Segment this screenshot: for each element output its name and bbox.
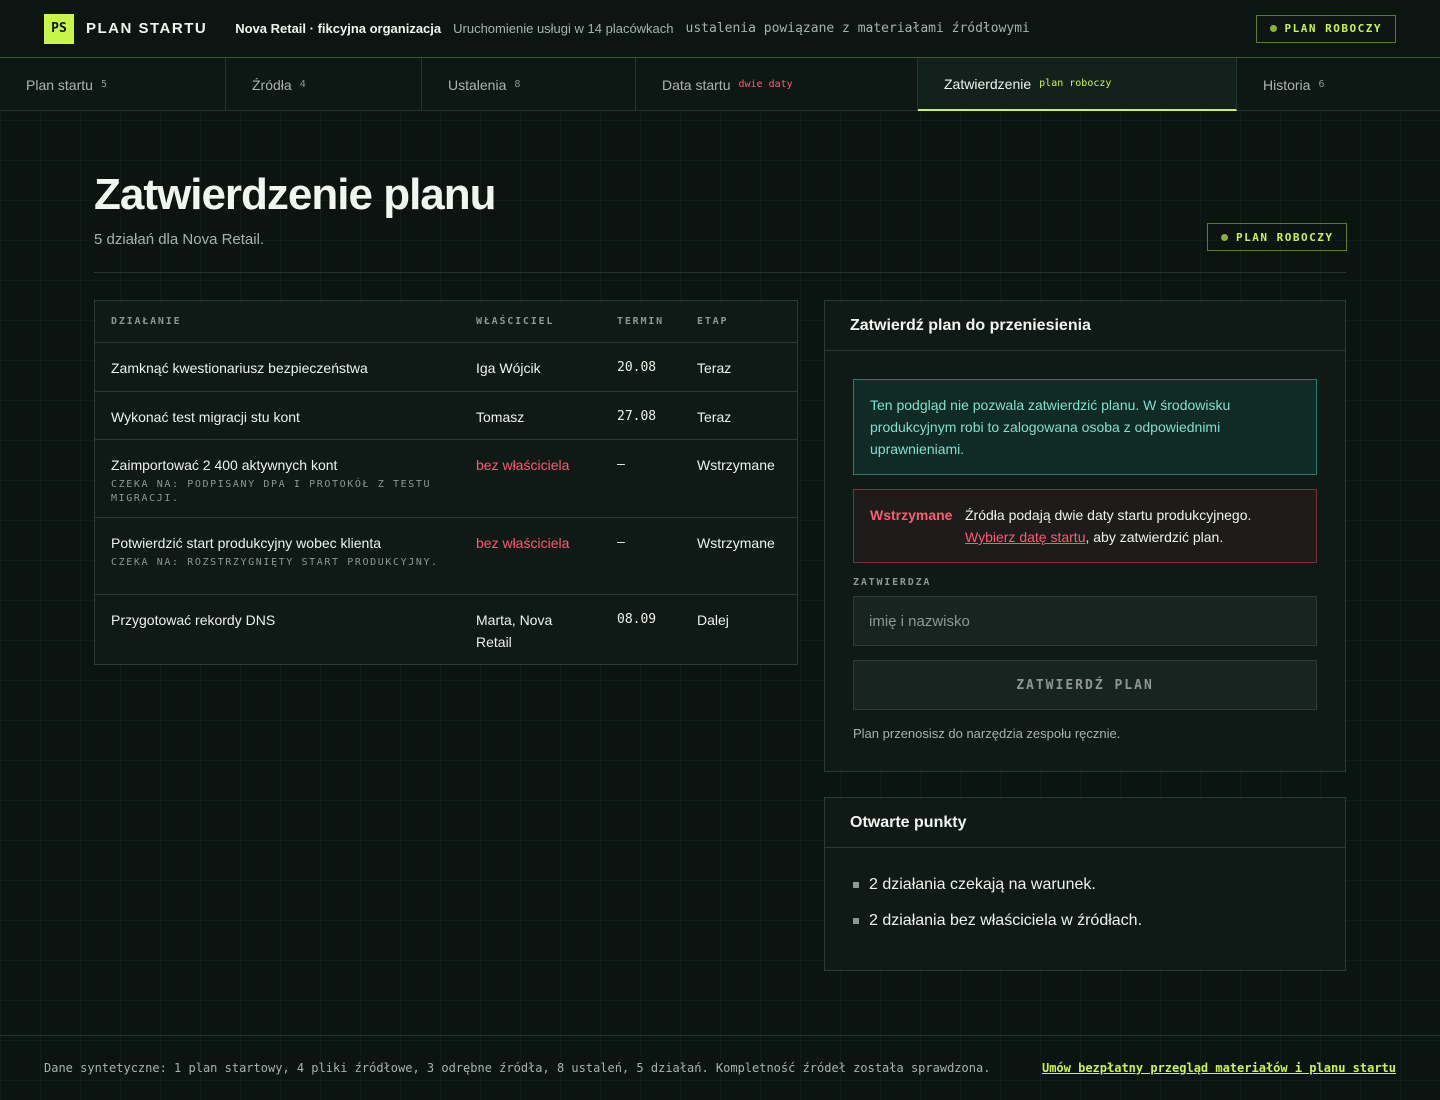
- warning-label: Wstrzymane: [870, 507, 953, 523]
- due-date: 08.09: [617, 612, 657, 627]
- header-status-badge: PLAN ROBOCZY: [1255, 14, 1396, 43]
- status-dot-icon: [1221, 233, 1228, 241]
- owner-missing: bez właściciela: [476, 457, 570, 473]
- manual-transfer-note: Plan przenosisz do narzędzia zespołu ręc…: [853, 726, 1121, 741]
- action-name: Zamknąć kwestionariusz bezpieczeństwa: [111, 360, 368, 376]
- list-item: 2 działania czekają na warunek.: [853, 876, 1317, 894]
- column-header-due: TERMIN: [617, 316, 664, 327]
- status-dot-icon: [1269, 25, 1277, 32]
- tab-historia[interactable]: Historia 6: [1237, 58, 1440, 111]
- warning-text: Źródła podają dwie daty startu produkcyj…: [965, 507, 1252, 523]
- tab-ustalenia[interactable]: Ustalenia 8: [422, 58, 636, 111]
- logo: PS: [44, 13, 74, 44]
- due-date: 20.08: [617, 360, 657, 375]
- waiting-condition: Czeka na: rozstrzygnięty start produkcyj…: [111, 557, 439, 568]
- table-row: Wykonać test migracji stu kont Tomasz 27…: [95, 392, 797, 440]
- due-date: –: [617, 535, 625, 550]
- open-points-title: Otwarte punkty: [825, 798, 1345, 848]
- tab-plan-startu[interactable]: Plan startu 5: [0, 58, 226, 111]
- tab-data-startu[interactable]: Data startu dwie daty: [636, 58, 918, 111]
- brand-name: PLAN STARTU: [86, 20, 208, 37]
- action-name: Zaimportować 2 400 aktywnych kont: [111, 457, 338, 473]
- approver-label: ZATWIERDZA: [853, 577, 932, 588]
- owner: Tomasz: [476, 409, 525, 425]
- approve-plan-button[interactable]: ZATWIERDŹ PLAN: [853, 660, 1317, 710]
- owner: Marta, Nova Retail: [476, 612, 553, 650]
- column-header-owner: WŁAŚCICIEL: [476, 316, 555, 327]
- tab-zrodla[interactable]: Źródła 4: [226, 58, 422, 111]
- blocked-warning: Wstrzymane Źródła podają dwie daty start…: [853, 489, 1317, 563]
- column-header-action: DZIAŁANIE: [111, 316, 182, 327]
- actions-table: DZIAŁANIE WŁAŚCICIEL TERMIN ETAP Zamknąć…: [94, 300, 798, 665]
- stage: Wstrzymane: [697, 535, 775, 551]
- approve-panel: Zatwierdź plan do przeniesienia Ten podg…: [824, 300, 1346, 772]
- page-subtitle: 5 działań dla Nova Retail.: [94, 231, 265, 248]
- table-row: Potwierdzić start produkcyjny wobec klie…: [95, 518, 797, 595]
- project-description: Uruchomienie usługi w 14 placówkach: [453, 21, 674, 36]
- stage: Dalej: [697, 612, 729, 628]
- tab-bar: Plan startu 5 Źródła 4 Ustalenia 8 Data …: [0, 58, 1440, 111]
- list-item: 2 działania bez właściciela w źródłach.: [853, 912, 1317, 930]
- owner-missing: bez właściciela: [476, 535, 570, 551]
- tab-zatwierdzenie[interactable]: Zatwierdzenie plan roboczy: [918, 58, 1237, 111]
- column-header-stage: ETAP: [697, 316, 729, 327]
- stage: Teraz: [697, 409, 732, 425]
- source-note: ustalenia powiązane z materiałami źródło…: [685, 21, 1030, 36]
- approver-name-input[interactable]: [853, 596, 1317, 646]
- choose-start-date-link[interactable]: Wybierz datę startu: [965, 529, 1085, 545]
- footer: Dane syntetyczne: 1 plan startowy, 4 pli…: [0, 1035, 1440, 1100]
- due-date: –: [617, 457, 625, 472]
- table-row: Przygotować rekordy DNS Marta, Nova Reta…: [95, 595, 797, 664]
- approve-panel-title: Zatwierdź plan do przeniesienia: [825, 301, 1345, 351]
- stage: Wstrzymane: [697, 457, 775, 473]
- waiting-condition: Czeka na: podpisany DPA i protokół z tes…: [111, 479, 432, 504]
- preview-info-message: Ten podgląd nie pozwala zatwierdzić plan…: [853, 379, 1317, 475]
- warning-suffix: , aby zatwierdzić plan.: [1085, 529, 1224, 545]
- action-name: Potwierdzić start produkcyjny wobec klie…: [111, 535, 382, 551]
- footer-summary: Dane syntetyczne: 1 plan startowy, 4 pli…: [44, 1061, 991, 1075]
- divider: [94, 272, 1346, 273]
- open-points-panel: Otwarte punkty 2 działania czekają na wa…: [824, 797, 1346, 971]
- stage: Teraz: [697, 360, 732, 376]
- table-row: Zamknąć kwestionariusz bezpieczeństwa Ig…: [95, 343, 797, 392]
- bullet-icon: [853, 918, 859, 924]
- organization-name: Nova Retail · fikcyjna organizacja: [235, 21, 442, 36]
- top-bar: PS PLAN STARTU Nova Retail · fikcyjna or…: [0, 0, 1440, 58]
- due-date: 27.08: [617, 409, 657, 424]
- table-row: Zaimportować 2 400 aktywnych kont Czeka …: [95, 440, 797, 518]
- action-name: Przygotować rekordy DNS: [111, 612, 276, 628]
- owner: Iga Wójcik: [476, 360, 541, 376]
- bullet-icon: [853, 882, 859, 888]
- plan-status-badge: PLAN ROBOCZY: [1207, 223, 1348, 251]
- page-title: Zatwierdzenie planu: [94, 170, 497, 219]
- action-name: Wykonać test migracji stu kont: [111, 409, 300, 425]
- book-review-link[interactable]: Umów bezpłatny przegląd materiałów i pla…: [1042, 1061, 1396, 1075]
- table-header: DZIAŁANIE WŁAŚCICIEL TERMIN ETAP: [95, 301, 797, 343]
